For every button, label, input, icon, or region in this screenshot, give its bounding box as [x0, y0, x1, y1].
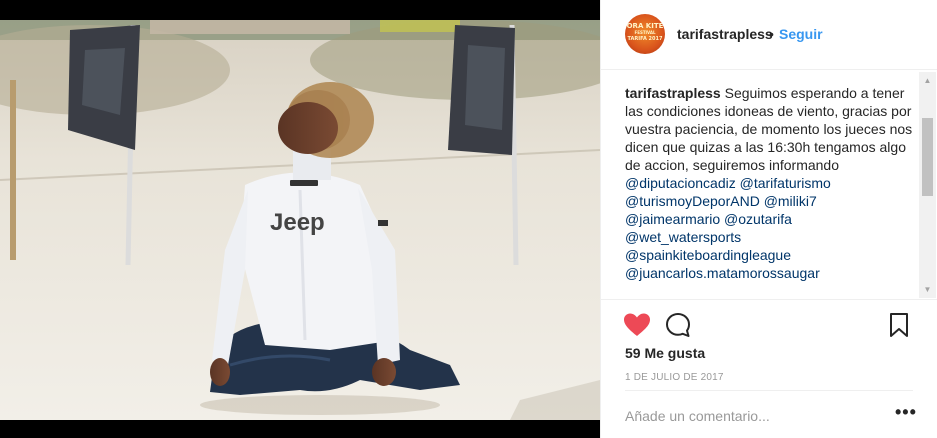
user-avatar[interactable]: ORA KITE FESTIVAL TARIFA 2017: [625, 14, 665, 54]
heart-icon[interactable]: [623, 312, 651, 338]
avatar-line-2: FESTIVAL: [634, 30, 656, 35]
comments-scrollbar[interactable]: ▲ ▼: [919, 72, 936, 298]
post-header: ORA KITE FESTIVAL TARIFA 2017 tarifastra…: [601, 0, 937, 70]
post-date[interactable]: 1 DE JULIO DE 2017: [625, 372, 724, 383]
caption-username[interactable]: tarifastrapless: [625, 85, 721, 101]
more-options-icon[interactable]: •••: [895, 403, 917, 421]
caption-mentions-line[interactable]: @diputacioncadiz @tarifaturismo: [625, 174, 917, 192]
separator-dot: •: [769, 26, 774, 42]
caption-mentions-line[interactable]: @turismoyDeporAND @miliki7: [625, 192, 917, 210]
bookmark-icon[interactable]: [887, 312, 911, 338]
likes-count[interactable]: 59 Me gusta: [625, 345, 705, 361]
comments-list[interactable]: tarifastrapless Seguimos esperando a ten…: [625, 84, 917, 302]
scrollbar-thumb[interactable]: [922, 118, 933, 196]
actions-divider: [601, 299, 937, 300]
post-media[interactable]: Jeep: [0, 0, 600, 438]
caption-mentions-line[interactable]: @juancarlos.matamorossaugar: [625, 264, 917, 282]
post-photo[interactable]: Jeep: [0, 20, 600, 420]
avatar-line-1: ORA KITE: [626, 22, 664, 30]
scroll-down-arrow-icon[interactable]: ▼: [919, 281, 936, 298]
caption-mentions-line[interactable]: @wet_watersports: [625, 228, 917, 246]
scroll-up-arrow-icon[interactable]: ▲: [919, 72, 936, 89]
add-comment-input[interactable]: [625, 404, 885, 428]
avatar-line-3: TARIFA 2017: [627, 36, 663, 42]
comment-divider: [625, 390, 913, 391]
photo-shirt-logo: Jeep: [270, 209, 325, 236]
caption-mentions-line[interactable]: @jaimearmario @ozutarifa: [625, 210, 917, 228]
comment-icon[interactable]: [665, 312, 691, 338]
caption-mentions-line[interactable]: @spainkiteboardingleague: [625, 246, 917, 264]
caption: tarifastrapless Seguimos esperando a ten…: [625, 84, 917, 282]
username-link[interactable]: tarifastrapless: [677, 26, 773, 42]
post-details-panel: ORA KITE FESTIVAL TARIFA 2017 tarifastra…: [600, 0, 937, 438]
follow-button[interactable]: Seguir: [779, 26, 823, 42]
